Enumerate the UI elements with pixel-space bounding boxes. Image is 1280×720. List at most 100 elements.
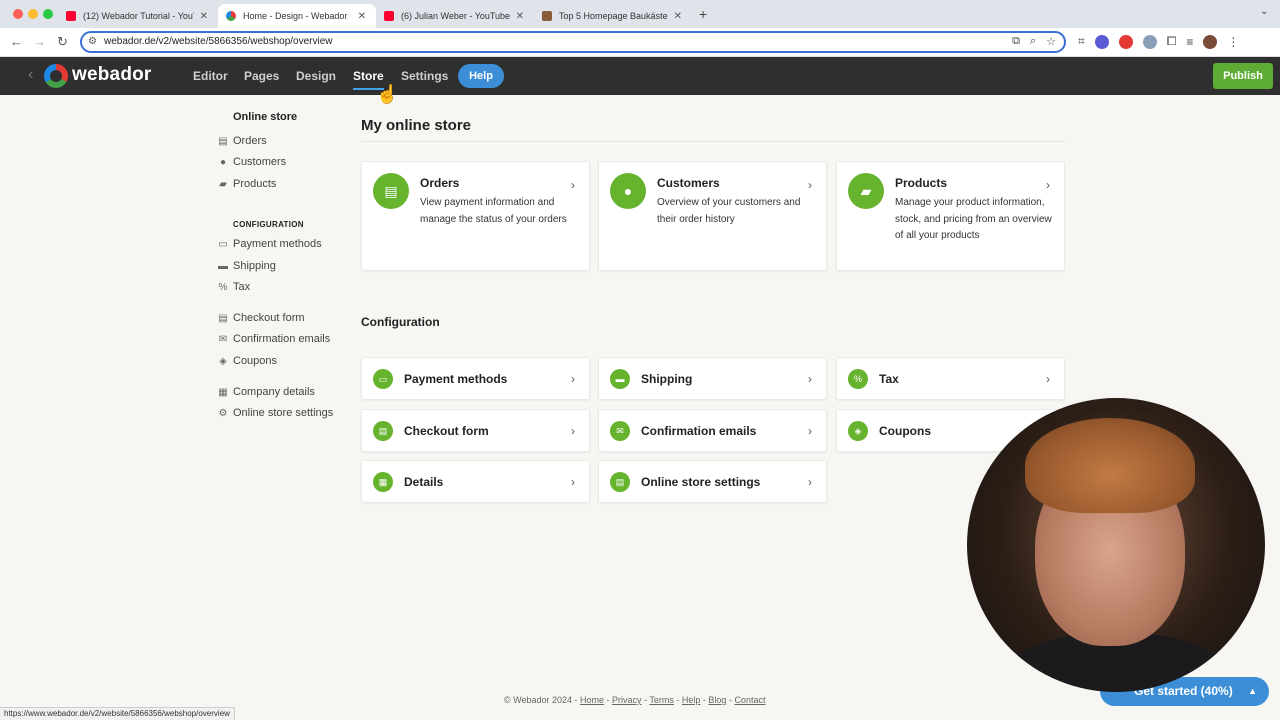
envelope-icon: ✉ — [610, 421, 630, 441]
maximize-window-button[interactable] — [43, 9, 53, 19]
install-app-icon[interactable]: ⧉ — [1012, 35, 1020, 48]
checkout-form-card[interactable]: ▤ Checkout form › — [361, 409, 590, 452]
adblock-extension-icon[interactable] — [1118, 34, 1133, 49]
screenshot-extension-icon[interactable]: ⌗ — [1078, 34, 1085, 49]
nav-editor[interactable]: Editor — [193, 69, 228, 83]
payment-methods-card[interactable]: ▭ Payment methods › — [361, 357, 590, 400]
browser-tab-bar: (12) Webador Tutorial - YouTu ✕ Home - D… — [0, 0, 1280, 28]
sidebar-item-confirmation-emails[interactable]: ✉ Confirmation emails — [217, 333, 330, 345]
bookmark-star-icon[interactable]: ☆ — [1046, 35, 1056, 48]
chevron-right-icon: › — [1046, 372, 1050, 386]
profile-avatar[interactable] — [1203, 34, 1218, 49]
zoom-icon[interactable]: ⌕ — [1030, 35, 1036, 48]
back-chevron-icon[interactable]: ‹ — [28, 66, 33, 84]
truck-icon: ▬ — [218, 260, 228, 272]
webador-logo-icon — [44, 64, 68, 88]
percent-icon: % — [218, 281, 228, 293]
cart-icon: ▰ — [848, 173, 884, 209]
chevron-right-icon: › — [571, 424, 575, 438]
footer-link-terms[interactable]: Terms — [649, 695, 674, 705]
nav-design[interactable]: Design — [296, 69, 336, 83]
form-icon: ▤ — [218, 312, 228, 324]
details-card[interactable]: ▦ Details › — [361, 460, 590, 503]
address-bar[interactable]: ⚙ webador.de/v2/website/5866356/webshop/… — [80, 31, 1066, 53]
close-tab-icon[interactable]: ✕ — [516, 11, 524, 22]
shipping-card[interactable]: ▬ Shipping › — [598, 357, 827, 400]
sidebar-item-company-details[interactable]: ▦ Company details — [217, 386, 315, 398]
products-card[interactable]: ▰ Products Manage your product informati… — [836, 161, 1065, 271]
confirmation-emails-card[interactable]: ✉ Confirmation emails › — [598, 409, 827, 452]
divider — [361, 141, 1065, 142]
tag-icon: ◈ — [219, 355, 227, 367]
footer-link-help[interactable]: Help — [682, 695, 701, 705]
sidebar-item-shipping[interactable]: ▬ Shipping — [217, 260, 276, 272]
help-button[interactable]: Help — [458, 64, 504, 88]
publish-button[interactable]: Publish — [1213, 63, 1273, 89]
tab-search-chevron-icon[interactable]: ⌄ — [1260, 6, 1268, 17]
tax-card[interactable]: % Tax › — [836, 357, 1065, 400]
sidebar-item-customers[interactable]: ● Customers — [217, 156, 286, 168]
sidebar-item-tax[interactable]: % Tax — [217, 281, 251, 293]
forward-icon[interactable]: → — [33, 34, 46, 49]
puzzle-extensions-icon[interactable]: ⧠ — [1167, 34, 1177, 49]
webcam-hair — [1025, 418, 1195, 513]
card-title: Products — [895, 176, 948, 190]
cart-icon: ▰ — [219, 178, 227, 190]
close-tab-icon[interactable]: ✕ — [674, 11, 682, 22]
site-settings-icon[interactable]: ⚙ — [88, 36, 97, 47]
footer-link-blog[interactable]: Blog — [708, 695, 726, 705]
minimize-window-button[interactable] — [28, 9, 38, 19]
sidebar-item-checkout-form[interactable]: ▤ Checkout form — [217, 312, 304, 324]
sidebar-item-products[interactable]: ▰ Products — [217, 178, 276, 190]
webador-favicon-icon — [226, 11, 236, 21]
sidebar-item-payment-methods[interactable]: ▭ Payment methods — [217, 238, 321, 250]
close-tab-icon[interactable]: ✕ — [200, 11, 208, 22]
nav-settings[interactable]: Settings — [401, 69, 448, 83]
card-description: View payment information and manage the … — [420, 197, 567, 225]
footer-link-home[interactable]: Home — [580, 695, 604, 705]
card-description: Manage your product information, stock, … — [895, 197, 1052, 241]
chevron-right-icon: › — [808, 372, 812, 386]
online-store-settings-card[interactable]: ▤ Online store settings › — [598, 460, 827, 503]
browser-tab-active[interactable]: Home - Design - Webador ✕ — [218, 4, 376, 28]
caret-up-icon: ▲ — [1248, 686, 1257, 696]
reload-icon[interactable]: ↻ — [57, 34, 68, 50]
page-favicon-icon — [542, 11, 552, 21]
status-url-bar: https://www.webador.de/v2/website/586635… — [0, 707, 235, 720]
sidebar-item-online-store-settings[interactable]: ⚙ Online store settings — [217, 407, 334, 419]
extension-icon[interactable] — [1094, 34, 1109, 49]
sidebar-heading: Online store — [233, 111, 298, 123]
orders-card[interactable]: ▤ Orders View payment information and ma… — [361, 161, 590, 271]
nav-pages[interactable]: Pages — [244, 69, 279, 83]
form-icon: ▤ — [373, 421, 393, 441]
chevron-right-icon: › — [571, 372, 575, 386]
nav-store[interactable]: Store — [353, 69, 384, 90]
footer-link-privacy[interactable]: Privacy — [612, 695, 642, 705]
footer-link-contact[interactable]: Contact — [734, 695, 765, 705]
user-icon: ● — [610, 173, 646, 209]
extension-icon[interactable] — [1142, 34, 1157, 49]
browser-tab[interactable]: (12) Webador Tutorial - YouTu ✕ — [58, 4, 218, 28]
footer: © Webador 2024 - Home - Privacy - Terms … — [504, 695, 766, 705]
sidebar-section-heading: CONFIGURATION — [233, 220, 304, 229]
sidebar-item-orders[interactable]: ▤ Orders — [217, 135, 266, 147]
close-window-button[interactable] — [13, 9, 23, 19]
new-tab-button[interactable]: + — [699, 6, 707, 22]
gear-icon: ⚙ — [218, 407, 228, 419]
chevron-right-icon: › — [571, 178, 575, 192]
card-title: Customers — [657, 176, 720, 190]
reading-list-icon[interactable]: ≡ — [1186, 35, 1193, 49]
browser-tab[interactable]: Top 5 Homepage Baukästen i ✕ — [534, 4, 692, 28]
browser-tab[interactable]: (6) Julian Weber - YouTube ✕ — [376, 4, 534, 28]
back-icon[interactable]: ← — [10, 34, 23, 49]
tag-icon: ◈ — [848, 421, 868, 441]
webador-logo-text: webador — [72, 64, 152, 85]
card-description: Overview of your customers and their ord… — [657, 197, 801, 225]
browser-menu-icon[interactable]: ⋮ — [1227, 35, 1239, 49]
youtube-icon — [384, 11, 394, 21]
sidebar-item-coupons[interactable]: ◈ Coupons — [217, 355, 277, 367]
close-tab-icon[interactable]: ✕ — [358, 11, 366, 22]
customers-card[interactable]: ● Customers Overview of your customers a… — [598, 161, 827, 271]
chevron-right-icon: › — [808, 475, 812, 489]
percent-icon: % — [848, 369, 868, 389]
